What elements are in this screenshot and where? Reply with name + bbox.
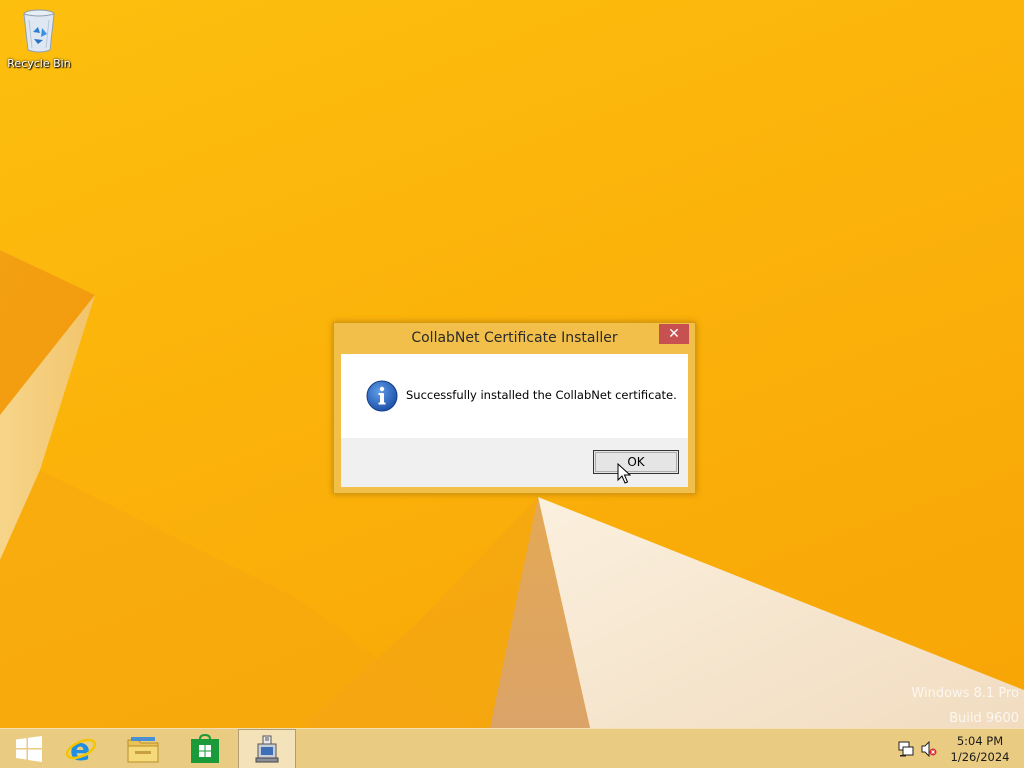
desktop-icon-label: Recycle Bin — [7, 57, 71, 70]
taskbar-store[interactable] — [176, 729, 234, 768]
taskbar-file-explorer[interactable] — [114, 729, 172, 768]
start-button[interactable] — [0, 729, 58, 768]
taskbar-internet-explorer[interactable]: e — [52, 729, 110, 768]
close-icon: ✕ — [668, 326, 680, 342]
recycle-bin-icon — [23, 9, 55, 53]
file-explorer-icon — [127, 737, 159, 763]
mouse-cursor-icon — [617, 463, 631, 484]
clock-date: 1/26/2024 — [950, 750, 1010, 764]
desktop-icon-recycle-bin[interactable]: Recycle Bin — [4, 6, 74, 76]
system-clock[interactable]: 5:04 PM 1/26/2024 — [944, 733, 1016, 765]
windows-edition-watermark: Windows 8.1 Pro — [911, 686, 1019, 701]
store-icon — [191, 734, 219, 763]
dialog-body: Successfully installed the CollabNet cer… — [341, 354, 688, 438]
svg-text:e: e — [70, 733, 90, 765]
volume-muted-icon[interactable] — [921, 741, 937, 757]
info-icon — [366, 380, 398, 412]
dialog-client-area: Successfully installed the CollabNet cer… — [341, 354, 688, 487]
network-icon[interactable] — [898, 741, 914, 757]
internet-explorer-icon: e — [65, 733, 97, 765]
clock-time: 5:04 PM — [956, 734, 1004, 748]
dialog-title: CollabNet Certificate Installer — [411, 330, 618, 346]
message-dialog: CollabNet Certificate Installer ✕ Succes… — [333, 322, 696, 494]
windows-logo-icon — [16, 736, 42, 762]
desktop: Recycle Bin Windows 8.1 Pro Build 9600 C… — [0, 0, 1024, 768]
close-button[interactable]: ✕ — [659, 324, 689, 344]
taskbar-certificate-installer[interactable] — [238, 729, 296, 768]
windows-build-watermark: Build 9600 — [949, 711, 1019, 726]
dialog-footer: OK — [341, 438, 688, 487]
dialog-message: Successfully installed the CollabNet cer… — [406, 388, 677, 402]
installer-app-icon — [255, 735, 279, 763]
taskbar: e 5:04 PM 1/26/2024 — [0, 728, 1024, 768]
ok-button[interactable]: OK — [593, 450, 679, 474]
